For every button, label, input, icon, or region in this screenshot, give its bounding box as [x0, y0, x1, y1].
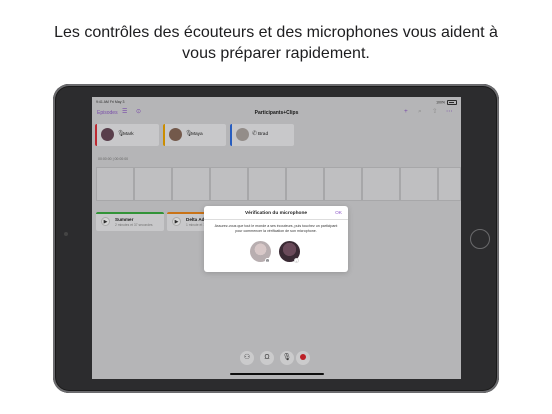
microphone-badge-icon: • — [294, 258, 299, 263]
ok-button[interactable]: OK — [335, 211, 342, 216]
microphone-check-dialog: Vérification du microphone OK Assurez-vo… — [204, 206, 348, 272]
ipad-screen: 9:41 AM Fri May 3 100% Episodes ☰ ⊙ Part… — [92, 97, 461, 379]
headline: Les contrôles des écouteurs et des micro… — [0, 22, 552, 64]
microphone-badge-icon: • — [265, 258, 270, 263]
dialog-message: Assurez-vous que tout le monde a ses éco… — [214, 224, 338, 233]
divider — [204, 219, 348, 220]
headline-line-2: vous préparer rapidement. — [182, 45, 370, 62]
front-camera — [64, 232, 68, 236]
home-button — [470, 229, 490, 249]
dialog-title: Vérification du microphone — [244, 211, 308, 216]
headline-line-1: Les contrôles des écouteurs et des micro… — [54, 24, 498, 41]
